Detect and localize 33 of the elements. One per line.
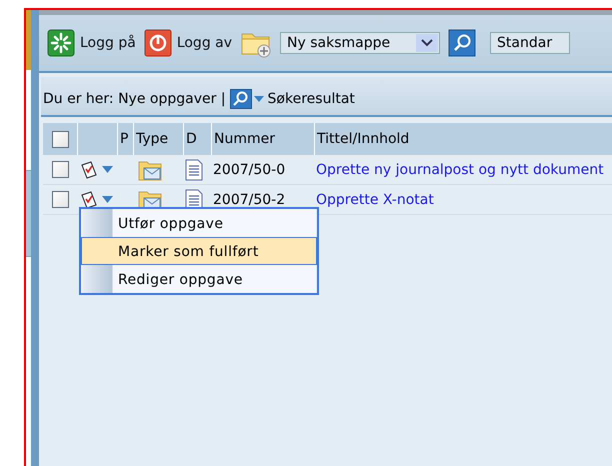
caret-down-icon[interactable] xyxy=(254,96,264,102)
task-title-link[interactable]: Oprette ny journalpost og nytt dokument xyxy=(316,162,604,178)
chevron-down-icon xyxy=(421,39,434,47)
logout-button[interactable]: Logg av xyxy=(144,29,232,57)
breadcrumb-label: Du er her: Nye oppgaver | xyxy=(43,91,226,107)
dropdown[interactable]: Ny saksmappe xyxy=(280,32,440,54)
dropdown[interactable]: Standar xyxy=(490,32,570,54)
search-icon[interactable] xyxy=(230,89,252,109)
mail-folder-icon xyxy=(138,158,164,180)
checkbox[interactable] xyxy=(52,130,68,148)
column-header[interactable]: P xyxy=(120,131,128,147)
login-icon xyxy=(47,29,75,57)
checkbox[interactable] xyxy=(52,191,68,208)
search-icon[interactable] xyxy=(448,29,476,57)
caret-down-icon[interactable] xyxy=(102,196,113,203)
menu-item[interactable]: Utfør oppgave xyxy=(81,209,317,237)
column-header[interactable]: D xyxy=(186,131,197,147)
menu-item[interactable]: Marker som fullført xyxy=(81,237,317,265)
column-header[interactable]: Type xyxy=(136,131,168,147)
column-header[interactable]: Nummer xyxy=(214,131,275,147)
case-number: 2007/50-2 xyxy=(213,192,286,208)
case-number: 2007/50-0 xyxy=(213,162,286,178)
task-title-link[interactable]: Opprette X-notat xyxy=(316,192,434,208)
checkbox[interactable] xyxy=(52,161,68,178)
column-header[interactable]: Tittel/Innhold xyxy=(317,131,410,147)
login-button[interactable]: Logg på xyxy=(47,29,136,57)
power-icon xyxy=(144,29,172,57)
edge-strip xyxy=(26,10,31,70)
document-icon xyxy=(185,158,203,180)
breadcrumb-link[interactable]: Søkeresultat xyxy=(268,91,355,107)
task-icon xyxy=(79,160,99,180)
caret-down-icon[interactable] xyxy=(102,166,113,173)
menu-item[interactable]: Rediger oppgave xyxy=(81,265,317,293)
